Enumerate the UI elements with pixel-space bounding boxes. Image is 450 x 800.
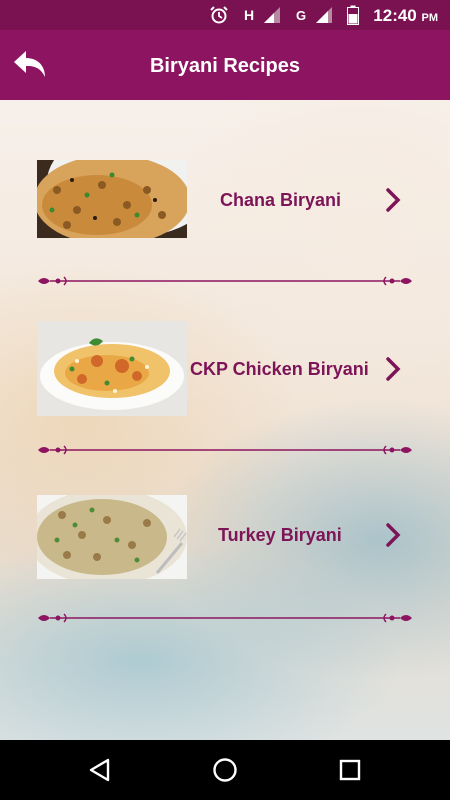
home-circle-icon — [213, 758, 237, 782]
chevron-right-icon — [386, 523, 401, 547]
network-g-label: G — [295, 7, 307, 23]
page-title: Biryani Recipes — [149, 55, 301, 77]
clock-meridiem: PM — [421, 12, 439, 24]
battery-icon — [346, 5, 360, 25]
recipe-label: Turkey Biryani — [218, 525, 342, 545]
back-button[interactable] — [12, 48, 50, 82]
recipe-thumbnail — [37, 160, 187, 238]
chevron-right-icon — [386, 188, 401, 212]
network-h-label: H — [243, 7, 255, 23]
ornamental-divider — [38, 445, 412, 455]
recents-square-icon — [339, 759, 361, 781]
recipe-thumbnail — [37, 321, 187, 416]
recipe-label: CKP Chicken Biryani — [190, 359, 369, 379]
status-bar: H G 12:40 PM — [0, 0, 450, 30]
recipe-label: Chana Biryani — [220, 190, 342, 210]
recipe-list: Chana Biryani CKP Chicken Biryani Turkey… — [0, 100, 450, 740]
ornamental-divider — [38, 613, 412, 623]
chevron-right-icon — [386, 357, 401, 381]
ornamental-divider — [38, 276, 412, 286]
nav-home-button[interactable] — [209, 754, 241, 786]
signal-icon — [314, 6, 334, 24]
signal-icon — [262, 6, 282, 24]
app-bar: Biryani Recipes — [0, 30, 450, 100]
back-arrow-icon — [14, 51, 45, 77]
back-triangle-icon — [89, 758, 110, 782]
system-nav-bar — [0, 740, 450, 800]
alarm-icon — [208, 6, 230, 24]
recipe-item-chana-biryani[interactable]: Chana Biryani — [0, 160, 450, 245]
nav-back-button[interactable] — [84, 754, 116, 786]
clock-time: 12:40 — [373, 6, 417, 25]
recipe-item-turkey-biryani[interactable]: Turkey Biryani — [0, 495, 450, 580]
nav-recents-button[interactable] — [334, 754, 366, 786]
recipe-thumbnail — [37, 495, 187, 579]
recipe-item-ckp-chicken-biryani[interactable]: CKP Chicken Biryani — [0, 321, 450, 416]
status-clock: 12:40 PM — [373, 6, 438, 26]
